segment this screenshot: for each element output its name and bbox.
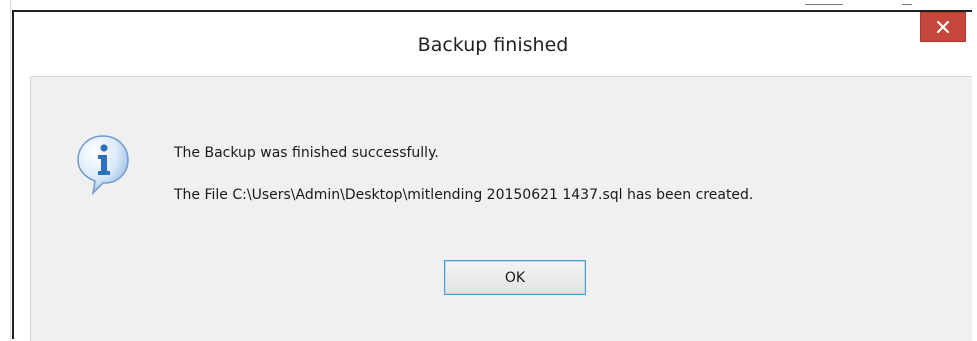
background-app-mark (902, 4, 912, 5)
dialog-title: Backup finished (417, 34, 569, 56)
info-icon (77, 135, 129, 195)
dialog-content: The Backup was finished successfully. Th… (30, 76, 972, 341)
close-button[interactable] (920, 12, 966, 42)
background-app-mark (805, 4, 843, 5)
message-dialog: Backup finished The Backup was finished … (12, 10, 972, 341)
ok-button[interactable]: OK (444, 260, 586, 295)
background-app-edge (10, 0, 11, 339)
dialog-titlebar[interactable]: Backup finished (14, 12, 972, 76)
close-icon (936, 20, 950, 34)
message-line-1: The Backup was finished successfully. (174, 145, 439, 161)
message-line-2: The File C:\Users\Admin\Desktop\mitlendi… (174, 187, 754, 203)
